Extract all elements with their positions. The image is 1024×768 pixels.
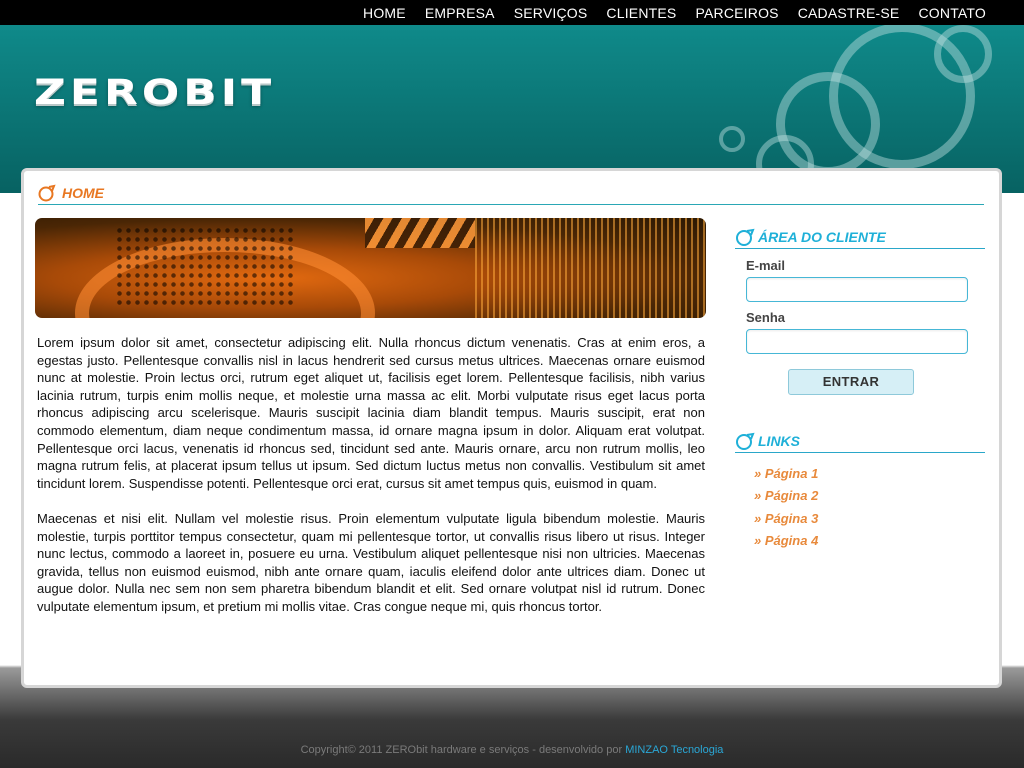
client-area-header: ÁREA DO CLIENTE (735, 225, 985, 249)
nav-cadastre-se[interactable]: CADASTRE-SE (798, 5, 900, 21)
top-navigation-bar: HOME EMPRESA SERVIÇOS CLIENTES PARCEIROS… (0, 0, 1024, 25)
nav-empresa[interactable]: EMPRESA (425, 5, 495, 21)
client-area-title: ÁREA DO CLIENTE (758, 228, 886, 245)
banner-stripe (365, 218, 475, 248)
circle-arrow-icon (736, 432, 755, 450)
link-pagina-4[interactable]: » Página 4 (754, 533, 818, 555)
developer-link[interactable]: MINZAO Tecnologia (625, 744, 723, 756)
zerobit-logo[interactable]: ZEROBIT (34, 73, 275, 113)
nav-parceiros[interactable]: PARCEIROS (695, 5, 778, 21)
content-panel: HOME Lorem ipsum dolor sit amet, consect… (21, 168, 1002, 688)
copyright-text: Copyright© 2011 ZERObit hardware e servi… (300, 744, 623, 756)
article-paragraph: Maecenas et nisi elit. Nullam vel molest… (37, 510, 705, 614)
nav-servicos[interactable]: SERVIÇOS (514, 5, 588, 21)
main-article: Lorem ipsum dolor sit amet, consectetur … (37, 334, 705, 633)
links-header: LINKS (735, 429, 985, 453)
banner-dot-grid (115, 226, 295, 306)
link-pagina-1[interactable]: » Página 1 (754, 466, 818, 488)
decorative-ring-tiny (719, 126, 745, 152)
password-label: Senha (746, 310, 786, 325)
circle-arrow-icon (736, 228, 755, 246)
email-field[interactable] (746, 277, 968, 302)
nav-contato[interactable]: CONTATO (918, 5, 986, 21)
link-pagina-2[interactable]: » Página 2 (754, 488, 818, 510)
circuit-board-banner (35, 218, 706, 318)
decorative-ring-small-top (934, 25, 992, 83)
site-footer: Copyright© 2011 ZERObit hardware e servi… (0, 744, 1024, 756)
password-field[interactable] (746, 329, 968, 354)
page-title: HOME (62, 184, 104, 201)
links-title: LINKS (758, 432, 800, 449)
nav-clientes[interactable]: CLIENTES (606, 5, 676, 21)
section-header: HOME (38, 181, 984, 205)
article-paragraph: Lorem ipsum dolor sit amet, consectetur … (37, 335, 705, 491)
circle-arrow-icon (38, 184, 56, 201)
links-list: » Página 1 » Página 2 » Página 3 » Págin… (754, 466, 818, 555)
link-pagina-3[interactable]: » Página 3 (754, 511, 818, 533)
login-button[interactable]: ENTRAR (788, 369, 914, 395)
nav-home[interactable]: HOME (363, 5, 406, 21)
main-nav: HOME EMPRESA SERVIÇOS CLIENTES PARCEIROS… (363, 0, 986, 25)
email-label: E-mail (746, 258, 786, 273)
